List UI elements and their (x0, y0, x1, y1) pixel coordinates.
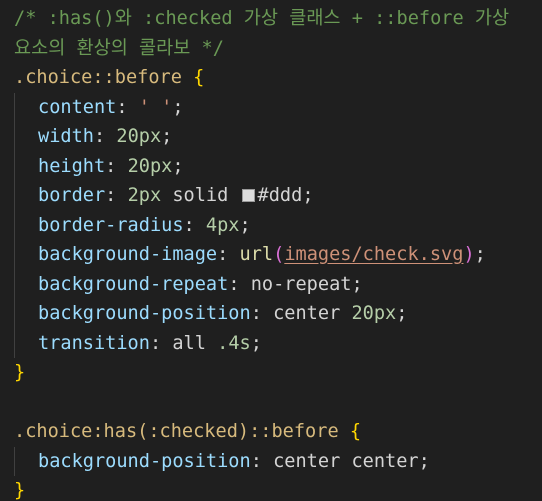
indent-guide (14, 151, 15, 181)
code-line-background-image: background-image: url(images/check.svg); (0, 240, 542, 270)
code-line-border: border: 2px solid #ddd; (0, 181, 542, 211)
semicolon: ; (239, 214, 251, 236)
code-line-border-radius: border-radius: 4px; (0, 210, 542, 240)
code-line-rule2-open: .choice:has(:checked)::before { (0, 417, 542, 447)
close-paren: ) (463, 244, 475, 265)
indent-guide (14, 446, 15, 476)
color-swatch-icon[interactable] (241, 189, 255, 202)
semicolon: ; (161, 126, 173, 147)
open-paren: ( (273, 244, 285, 265)
colon: : (116, 96, 139, 118)
code-line-transition: transition: all .4s; (0, 328, 542, 358)
semicolon: ; (172, 96, 184, 118)
colon: : (228, 273, 251, 295)
colon: : (93, 126, 117, 147)
css-function: url (239, 244, 274, 265)
code-editor[interactable]: /* :has()와 :checked 가상 클래스 + ::before 가상… (0, 0, 542, 501)
css-property: transition (38, 332, 150, 354)
code-line-width: width: 20px; (0, 122, 542, 152)
code-line-comment-1: /* :has()와 :checked 가상 클래스 + ::before 가상 (0, 4, 542, 34)
indent-guide (14, 92, 15, 122)
css-value-number: 20px (351, 303, 397, 324)
css-property: background-image (38, 244, 218, 265)
css-value: 20px (116, 126, 162, 147)
comment-text: 요소의 환상의 콜라보 */ (14, 37, 224, 59)
code-line-background-position-2: background-position: center center; (0, 446, 542, 476)
css-value-color: #ddd (257, 185, 303, 206)
open-brace: { (338, 421, 362, 442)
close-brace: } (14, 480, 26, 501)
css-value: 20px (127, 155, 173, 177)
css-property: height (38, 155, 106, 177)
colon: : (217, 244, 240, 265)
indent-guide (14, 240, 15, 270)
css-property: border (38, 185, 106, 206)
code-line-background-position: background-position: center 20px; (0, 299, 542, 329)
colon: : (105, 185, 128, 206)
indent-guide (14, 122, 15, 152)
code-line-rule2-close: } (0, 476, 542, 501)
css-value: no-repeat (250, 273, 352, 295)
indent-guide (14, 328, 15, 358)
indent-guide (14, 269, 15, 299)
code-line-background-repeat: background-repeat: no-repeat; (0, 269, 542, 299)
semicolon: ; (172, 155, 184, 177)
semicolon: ; (351, 273, 363, 295)
indent-guide (14, 181, 15, 211)
css-property: background-position (38, 450, 251, 472)
colon: : (149, 332, 173, 354)
code-line-rule1-close: } (0, 358, 542, 388)
code-line-height: height: 20px; (0, 151, 542, 181)
semicolon: ; (396, 303, 408, 324)
code-line-comment-2: 요소의 환상의 콜라보 */ (0, 34, 542, 64)
semicolon: ; (474, 244, 486, 265)
css-value: 4px (205, 214, 240, 236)
css-property: background-repeat (38, 273, 229, 295)
colon: : (250, 303, 274, 324)
css-value-number: .4s (217, 332, 251, 354)
css-value: center center (273, 450, 419, 472)
css-value: ' ' (138, 96, 173, 118)
colon: : (105, 155, 128, 177)
css-property: width (38, 126, 94, 147)
url-link[interactable]: images/check.svg (284, 244, 463, 265)
semicolon: ; (250, 332, 262, 354)
css-property: background-position (38, 303, 251, 324)
css-selector: .choice::before (14, 67, 182, 88)
comment-text: /* :has()와 :checked 가상 클래스 + ::before 가상 (14, 8, 510, 29)
colon: : (250, 450, 274, 472)
semicolon: ; (418, 450, 430, 472)
indent-guide (14, 210, 15, 240)
indent-guide (14, 299, 15, 329)
css-selector: .choice:has(:checked)::before (14, 421, 339, 442)
css-property: border-radius (38, 214, 184, 236)
open-brace: { (181, 67, 205, 88)
colon: : (183, 214, 206, 236)
css-value-keyword: all (172, 332, 218, 354)
code-line-content: content: ' '; (0, 92, 542, 122)
code-line-rule1-open: .choice::before { (0, 63, 542, 93)
close-brace: } (14, 362, 26, 383)
css-property: content (38, 96, 117, 118)
semicolon: ; (302, 185, 314, 206)
css-value-keyword: solid (161, 185, 240, 206)
css-value-keyword: center (273, 303, 352, 324)
css-value-number: 2px (127, 185, 162, 206)
